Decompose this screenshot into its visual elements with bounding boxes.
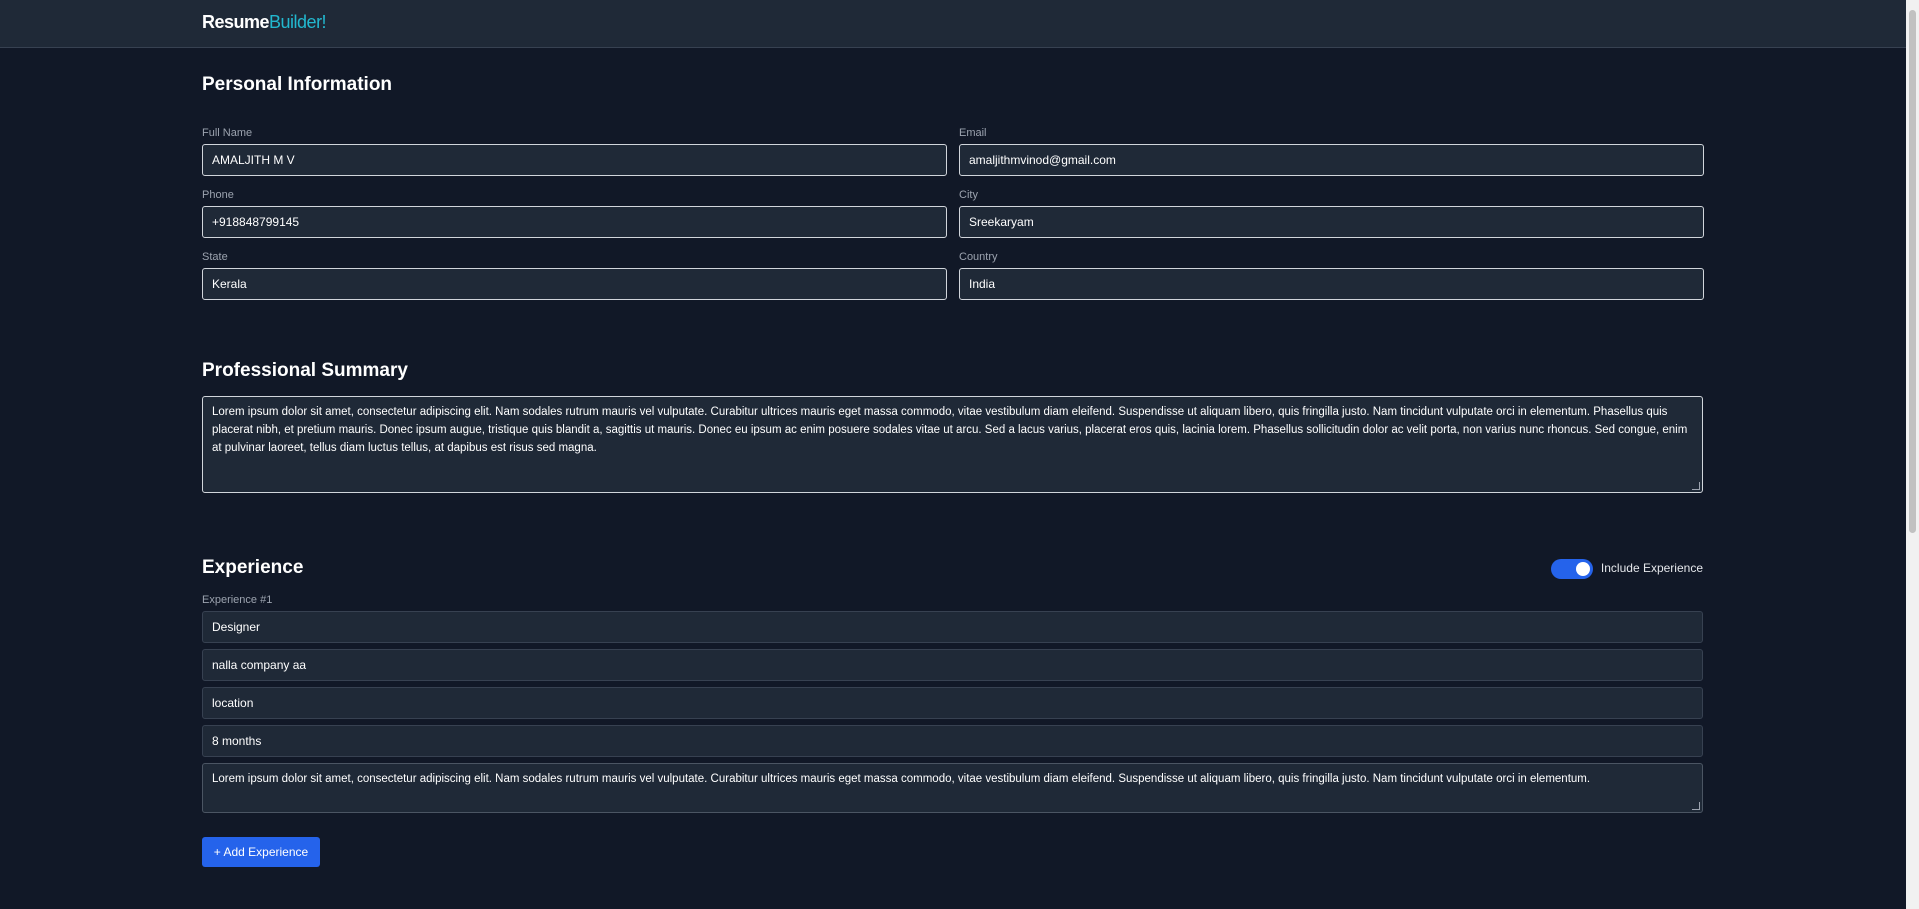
- phone-label: Phone: [202, 189, 234, 201]
- experience-description-text: Lorem ipsum dolor sit amet, consectetur …: [212, 773, 1591, 785]
- full-name-input[interactable]: AMALJITH M V: [202, 144, 947, 176]
- summary-text: Lorem ipsum dolor sit amet, consectetur …: [212, 406, 1688, 454]
- add-experience-button[interactable]: + Add Experience: [202, 837, 320, 867]
- country-label: Country: [959, 251, 998, 263]
- full-name-label: Full Name: [202, 127, 253, 139]
- resize-handle-icon[interactable]: [1692, 482, 1700, 490]
- experience-company-input[interactable]: nalla company aa: [202, 649, 1703, 681]
- state-input[interactable]: Kerala: [202, 268, 947, 300]
- city-input[interactable]: Sreekaryam: [959, 206, 1704, 238]
- page-scrollbar[interactable]: [1906, 0, 1919, 909]
- app-logo[interactable]: ResumeBuilder!: [202, 12, 327, 33]
- state-label: State: [202, 251, 228, 263]
- country-input[interactable]: India: [959, 268, 1704, 300]
- email-label: Email: [959, 127, 987, 139]
- toggle-knob: [1576, 562, 1590, 576]
- top-navbar: ResumeBuilder!: [0, 0, 1906, 48]
- scrollbar-thumb[interactable]: [1909, 10, 1916, 533]
- include-experience-label: Include Experience: [1600, 561, 1703, 575]
- experience-description-textarea[interactable]: Lorem ipsum dolor sit amet, consectetur …: [202, 763, 1703, 813]
- personal-info-title: Personal Information: [202, 74, 393, 95]
- phone-input[interactable]: +918848799145: [202, 206, 947, 238]
- logo-builder: Builder!: [269, 12, 327, 32]
- experience-location-input[interactable]: location: [202, 687, 1703, 719]
- logo-resume: Resume: [202, 12, 270, 32]
- experience-entry-label: Experience #1: [202, 594, 273, 606]
- experience-duration-input[interactable]: 8 months: [202, 725, 1703, 757]
- summary-title: Professional Summary: [202, 360, 408, 381]
- email-input[interactable]: amaljithmvinod@gmail.com: [959, 144, 1704, 176]
- city-label: City: [959, 189, 978, 201]
- summary-textarea[interactable]: Lorem ipsum dolor sit amet, consectetur …: [202, 396, 1703, 493]
- experience-role-input[interactable]: Designer: [202, 611, 1703, 643]
- include-experience-toggle-group: Include Experience: [1503, 559, 1703, 581]
- include-experience-toggle[interactable]: [1551, 559, 1593, 579]
- resize-handle-icon[interactable]: [1692, 802, 1700, 810]
- experience-title: Experience: [202, 557, 304, 578]
